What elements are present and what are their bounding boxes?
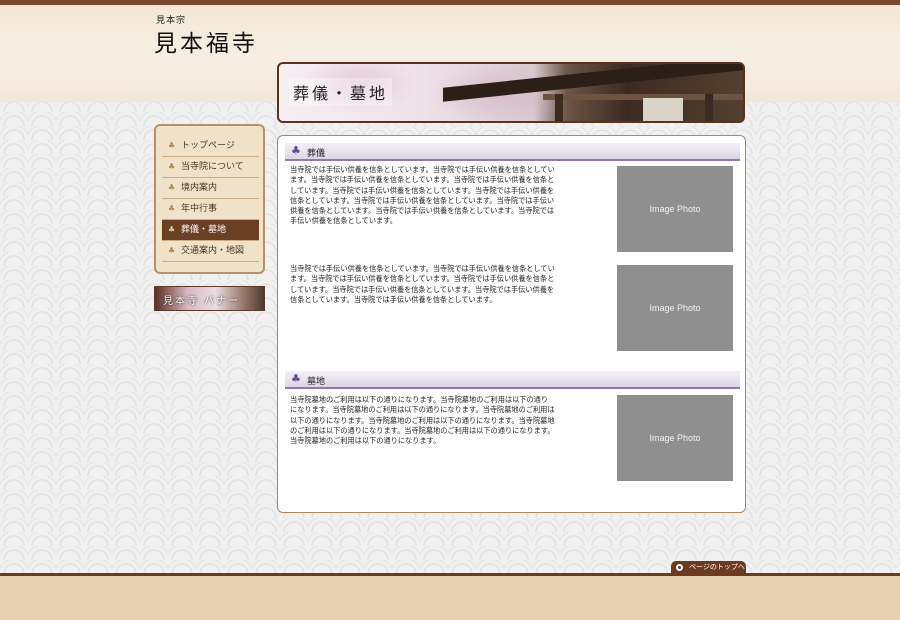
sidebar-item-funeral[interactable]: ♣ 葬儀・墓地 <box>162 220 259 241</box>
site-logo-title[interactable]: 見本福寺 <box>154 24 258 58</box>
sidebar-item-grounds[interactable]: ♣ 境内案内 <box>162 178 259 199</box>
trefoil-icon: ♣ <box>168 162 176 171</box>
sidebar-banner[interactable]: 見本寺 バナー <box>154 286 265 311</box>
trefoil-icon: ♣ <box>168 246 176 255</box>
page-top-label: ページのトップへ <box>689 563 745 571</box>
sidebar-item-access[interactable]: ♣ 交通案内・地図 <box>162 241 259 262</box>
cemetery-paragraph: 当寺院墓地のご利用は以下の通りになります。当寺院墓地のご利用は以下の通りになりま… <box>290 395 555 446</box>
sidebar-item-label: 当寺院について <box>181 162 244 172</box>
banner-label: 見本寺 バナー <box>163 296 241 307</box>
section-title: 墓地 <box>307 377 326 387</box>
section-title: 葬儀 <box>307 149 326 159</box>
circle-arrow-up-icon <box>676 564 683 571</box>
trefoil-icon: ♣ <box>168 225 176 234</box>
sidebar-item-label: 年中行事 <box>181 204 218 214</box>
main-content: ♣ 葬儀 当寺院では手伝い供養を信条としています。当寺院では手伝い供養を信条とし… <box>277 135 746 513</box>
photo-placeholder: Image Photo <box>617 166 733 252</box>
trefoil-icon: ♣ <box>168 183 176 192</box>
hero-image: 葬儀・墓地 <box>277 62 745 123</box>
sidebar-item-events[interactable]: ♣ 年中行事 <box>162 199 259 220</box>
trefoil-icon: ♣ <box>291 372 301 385</box>
funeral-paragraph-2: 当寺院では手伝い供養を信条としています。当寺院では手伝い供養を信条としています。… <box>290 264 555 304</box>
page-title: 葬儀・墓地 <box>289 78 393 106</box>
sidebar-item-label: トップページ <box>181 141 235 151</box>
photo-placeholder: Image Photo <box>617 265 733 351</box>
sidebar-item-label: 葬儀・墓地 <box>181 225 227 235</box>
footer <box>0 573 900 620</box>
trefoil-icon: ♣ <box>168 141 176 150</box>
temple-wall-decor <box>643 98 683 121</box>
sidebar-item-top[interactable]: ♣ トップページ <box>162 136 259 157</box>
funeral-paragraph-1: 当寺院では手伝い供養を信条としています。当寺院では手伝い供養を信条としています。… <box>290 165 555 226</box>
trefoil-icon: ♣ <box>291 144 301 157</box>
sidebar-item-label: 境内案内 <box>181 183 218 193</box>
photo-placeholder: Image Photo <box>617 395 733 481</box>
trefoil-icon: ♣ <box>168 204 176 213</box>
temple-pillar-decor <box>705 94 713 121</box>
sidebar-item-about[interactable]: ♣ 当寺院について <box>162 157 259 178</box>
section-heading-funeral: ♣ 葬儀 <box>285 143 740 161</box>
sidebar-nav: ♣ トップページ ♣ 当寺院について ♣ 境内案内 ♣ 年中行事 ♣ 葬儀・墓地 ♣ 交通案… <box>154 124 265 274</box>
sidebar-item-label: 交通案内・地図 <box>181 246 245 256</box>
section-heading-cemetery: ♣ 墓地 <box>285 371 740 389</box>
temple-pillar-decor <box>555 94 563 121</box>
sidebar-menu: ♣ トップページ ♣ 当寺院について ♣ 境内案内 ♣ 年中行事 ♣ 葬儀・墓地 ♣ 交通案… <box>162 136 259 262</box>
